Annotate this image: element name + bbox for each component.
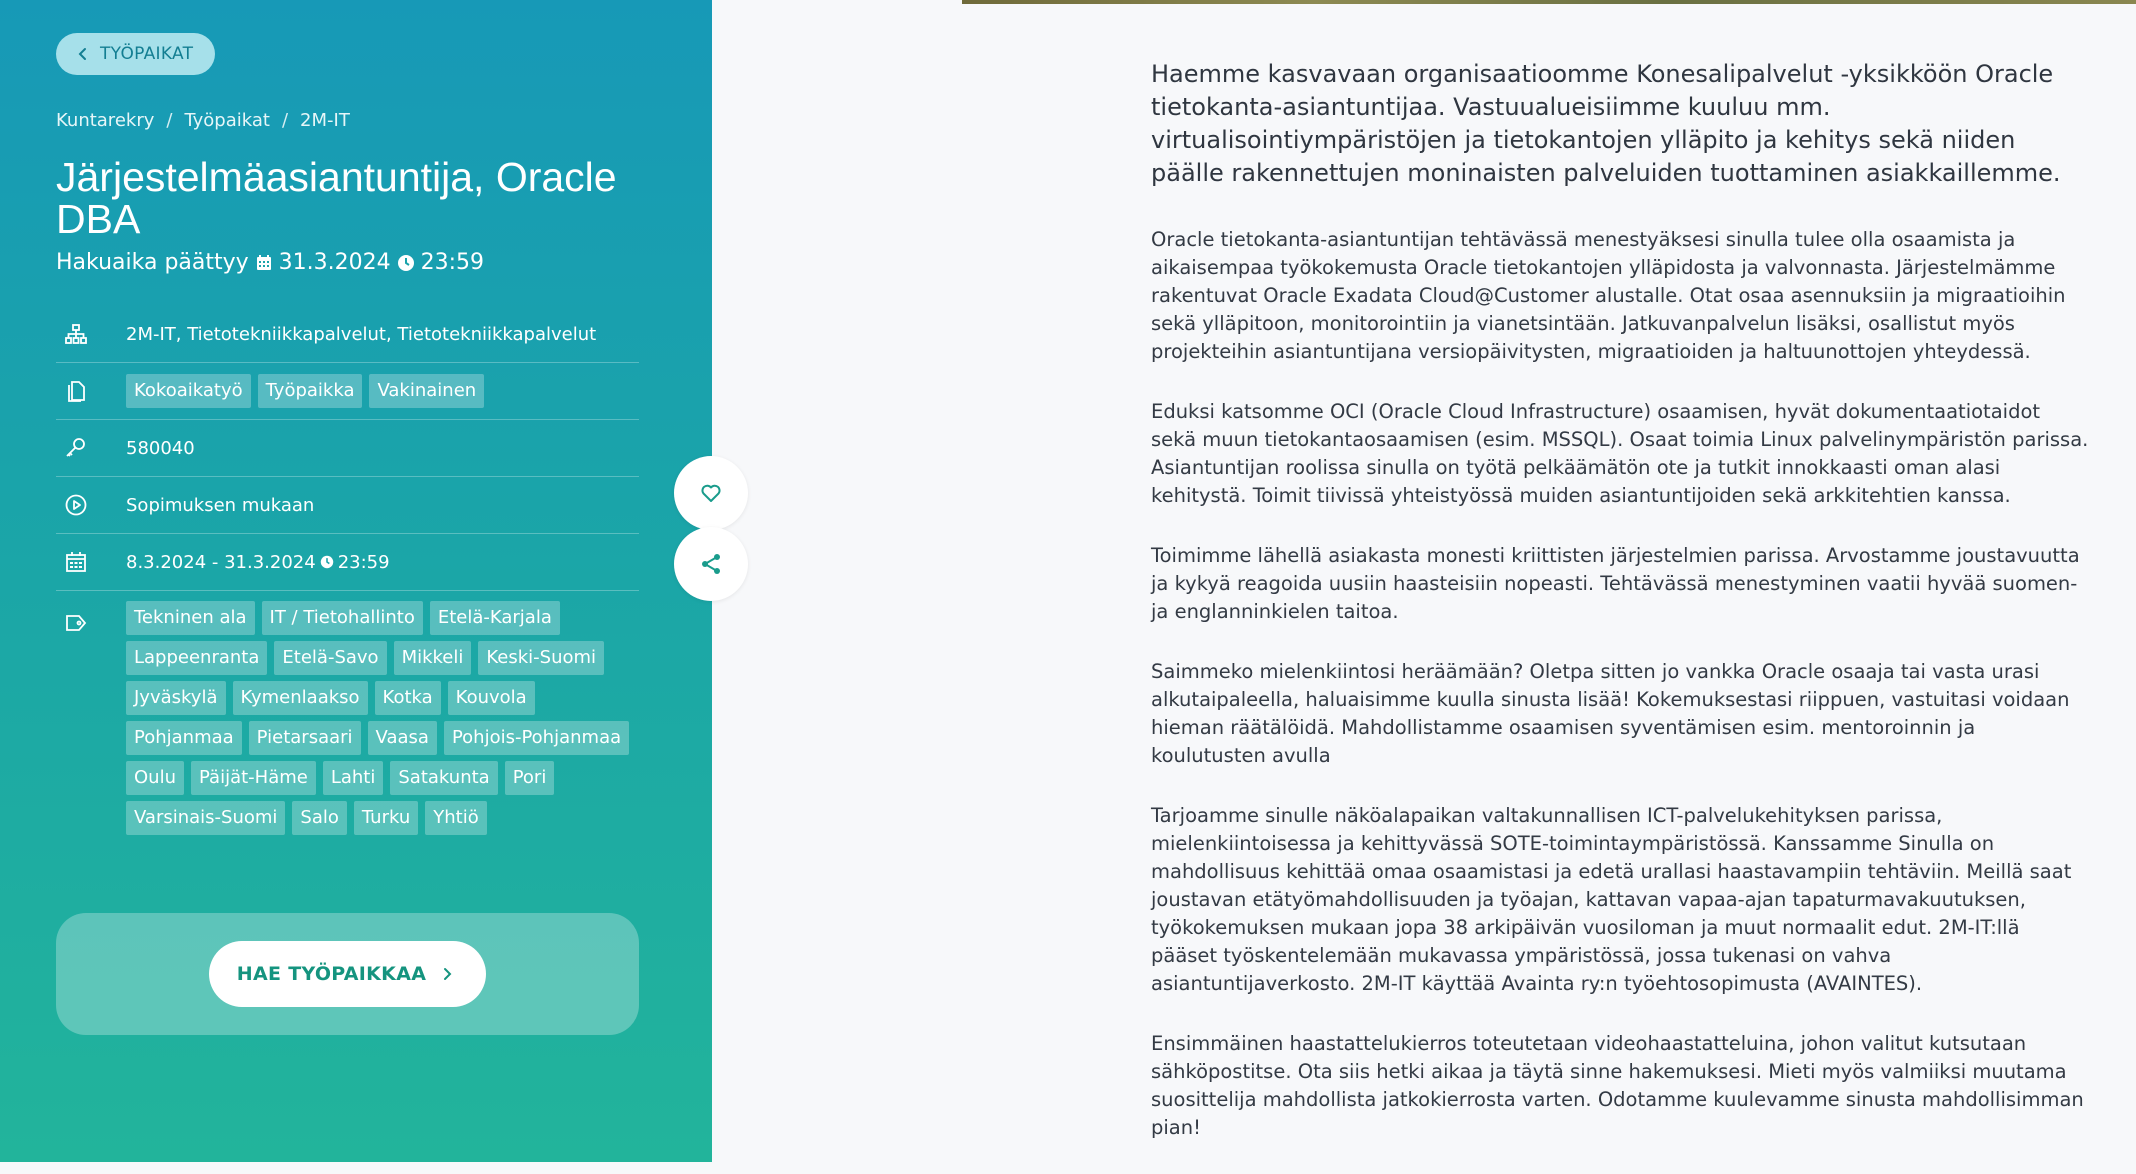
job-id-row: 580040 bbox=[56, 420, 639, 477]
job-description: Haemme kasvavaan organisaatioomme Konesa… bbox=[1151, 58, 2091, 1174]
sitemap-icon bbox=[65, 324, 87, 344]
period-row: 8.3.2024 - 31.3.2024 23:59 bbox=[56, 534, 639, 591]
tag[interactable]: Varsinais-Suomi bbox=[126, 801, 286, 835]
category-row: Tekninen ala IT / Tietohallinto Etelä-Karj… bbox=[56, 591, 639, 835]
tag[interactable]: Kouvola bbox=[447, 681, 535, 715]
breadcrumb-separator: / bbox=[281, 110, 289, 131]
chevron-right-icon bbox=[444, 968, 452, 980]
application-deadline: Hakuaika päättyy 31.3.2024 23:59 bbox=[56, 250, 484, 275]
favorite-button[interactable] bbox=[674, 456, 748, 530]
job-info-list: 2M-IT, Tietotekniikkapalvelut, Tietotekn… bbox=[56, 306, 639, 835]
tag[interactable]: Pietarsaari bbox=[248, 721, 361, 755]
tag[interactable]: Yhtiö bbox=[425, 801, 487, 835]
breadcrumb-separator: / bbox=[166, 110, 173, 131]
hero-image-edge bbox=[962, 0, 2136, 4]
tag[interactable]: Päijät-Häme bbox=[191, 761, 316, 795]
description-lead: Haemme kasvavaan organisaatioomme Konesa… bbox=[1151, 60, 2061, 187]
tag[interactable]: Työpaikka bbox=[257, 374, 363, 408]
clock-icon bbox=[397, 254, 414, 271]
key-icon bbox=[66, 438, 85, 457]
description-paragraph: Ensimmäinen haastattelukierros toteuteta… bbox=[1151, 1032, 2084, 1139]
breadcrumb-tyopaikat[interactable]: Työpaikat bbox=[184, 110, 270, 131]
chevron-left-icon bbox=[78, 48, 86, 60]
description-paragraph: Toimimme lähellä asiakasta monesti kriit… bbox=[1151, 544, 2080, 623]
salary-row: Sopimuksen mukaan bbox=[56, 477, 639, 534]
calendar-icon bbox=[66, 552, 86, 572]
breadcrumb: Kuntarekry / Työpaikat / 2M-IT bbox=[56, 110, 350, 131]
tag[interactable]: Keski-Suomi bbox=[478, 641, 605, 675]
breadcrumb-current[interactable]: 2M-IT bbox=[300, 110, 350, 131]
back-to-jobs-button[interactable]: TYÖPAIKAT bbox=[56, 33, 216, 75]
description-paragraph: Eduksi katsomme OCI (Oracle Cloud Infras… bbox=[1151, 400, 2089, 507]
deadline-time: 23:59 bbox=[420, 250, 485, 275]
tag[interactable]: Vaasa bbox=[367, 721, 437, 755]
period-dates: 8.3.2024 - 31.3.2024 bbox=[126, 551, 316, 573]
deadline-label: Hakuaika päättyy bbox=[56, 250, 249, 275]
job-id-text: 580040 bbox=[126, 437, 195, 459]
tag[interactable]: Jyväskylä bbox=[126, 681, 226, 715]
breadcrumb-kuntarekry[interactable]: Kuntarekry bbox=[56, 110, 154, 131]
category-tags: Tekninen ala IT / Tietohallinto Etelä-Karj… bbox=[126, 601, 639, 835]
period-time: 23:59 bbox=[337, 551, 390, 573]
clock-icon bbox=[320, 555, 333, 569]
tag[interactable]: Mikkeli bbox=[393, 641, 472, 675]
apply-box: HAE TYÖPAIKKAA bbox=[56, 913, 639, 1035]
tag[interactable]: Pohjanmaa bbox=[126, 721, 242, 755]
tag[interactable]: Kymenlaakso bbox=[232, 681, 368, 715]
tag[interactable]: Etelä-Savo bbox=[274, 641, 387, 675]
tag[interactable]: Tekninen ala bbox=[126, 601, 255, 635]
employment-tags: Kokoaikatyö Työpaikka Vakinainen bbox=[126, 366, 485, 416]
organization-row: 2M-IT, Tietotekniikkapalvelut, Tietotekn… bbox=[56, 306, 639, 363]
apply-button[interactable]: HAE TYÖPAIKKAA bbox=[208, 941, 487, 1007]
salary-text: Sopimuksen mukaan bbox=[126, 494, 315, 516]
tag[interactable]: IT / Tietohallinto bbox=[261, 601, 423, 635]
tag[interactable]: Pohjois-Pohjanmaa bbox=[443, 721, 630, 755]
period-text: 8.3.2024 - 31.3.2024 23:59 bbox=[126, 552, 390, 573]
tag[interactable]: Kokoaikatyö bbox=[126, 374, 251, 408]
share-button[interactable] bbox=[674, 527, 748, 601]
deadline-date: 31.3.2024 bbox=[278, 250, 391, 275]
organization-text: 2M-IT, Tietotekniikkapalvelut, Tietotekn… bbox=[126, 323, 597, 345]
tag[interactable]: Lahti bbox=[322, 761, 384, 795]
description-paragraph: Oracle tietokanta-asiantuntijan tehtäväs… bbox=[1151, 228, 2066, 363]
tag-icon bbox=[66, 615, 87, 631]
back-label: TYÖPAIKAT bbox=[100, 44, 194, 64]
tag[interactable]: Vakinainen bbox=[369, 374, 485, 408]
tag[interactable]: Oulu bbox=[126, 761, 184, 795]
heart-icon bbox=[701, 484, 721, 502]
tag[interactable]: Salo bbox=[292, 801, 347, 835]
document-icon bbox=[68, 381, 85, 402]
play-circle-icon bbox=[65, 494, 87, 516]
employment-type-row: Kokoaikatyö Työpaikka Vakinainen bbox=[56, 363, 639, 420]
apply-label: HAE TYÖPAIKKAA bbox=[236, 963, 427, 985]
share-icon bbox=[702, 554, 720, 574]
description-paragraph: Saimmeko mielenkiintosi heräämään? Oletp… bbox=[1151, 660, 2070, 767]
description-paragraph: Tarjoamme sinulle näköalapaikan valtakun… bbox=[1151, 804, 2072, 995]
tag[interactable]: Satakunta bbox=[390, 761, 498, 795]
tag[interactable]: Pori bbox=[504, 761, 555, 795]
tag[interactable]: Etelä-Karjala bbox=[429, 601, 560, 635]
tag[interactable]: Kotka bbox=[374, 681, 441, 715]
page-title: Järjestelmäasiantuntija, Oracle DBA bbox=[56, 154, 617, 242]
tag[interactable]: Turku bbox=[353, 801, 419, 835]
calendar-icon bbox=[256, 254, 271, 270]
job-summary-panel: TYÖPAIKAT Kuntarekry / Työpaikat / 2M-IT… bbox=[0, 0, 712, 1162]
tag[interactable]: Lappeenranta bbox=[126, 641, 268, 675]
